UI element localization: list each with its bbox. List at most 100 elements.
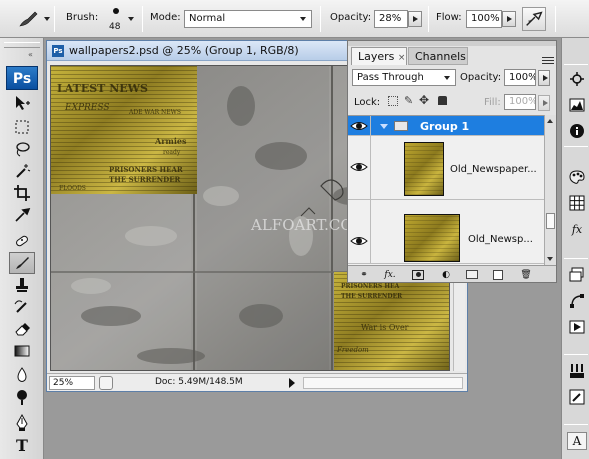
- gradient-tool-icon[interactable]: [9, 340, 35, 362]
- opacity-input[interactable]: 28%: [374, 10, 408, 28]
- visibility-eye-icon[interactable]: [350, 234, 368, 248]
- lock-image-pixels-icon[interactable]: ✎: [404, 94, 413, 107]
- airbrush-toggle-icon[interactable]: [522, 7, 546, 31]
- layer-thumbnail: [404, 214, 460, 262]
- fill-input[interactable]: 100%: [504, 94, 536, 110]
- layers-footer: ⚭ fx. ◐ 🗑: [348, 265, 556, 282]
- panel-header-strip[interactable]: [348, 41, 556, 46]
- flow-value: 100%: [471, 13, 500, 24]
- add-layer-style-icon[interactable]: fx.: [382, 268, 398, 281]
- tab-layers[interactable]: Layers ×: [351, 47, 407, 65]
- mode-select[interactable]: Normal: [184, 10, 312, 28]
- options-bar: Brush: 48 Mode: Normal Opacity: 28% Flow…: [0, 0, 589, 38]
- headline-prisoners: PRISONERS HEAR: [109, 165, 183, 174]
- row-divider: [370, 136, 371, 199]
- tab-close-icon[interactable]: ×: [398, 53, 406, 63]
- layer-opacity-input[interactable]: 100%: [504, 69, 536, 86]
- eyedropper-tool-icon[interactable]: [9, 204, 35, 226]
- brush-preset-dropdown-icon[interactable]: [44, 17, 50, 21]
- add-mask-icon[interactable]: [410, 268, 426, 281]
- visibility-eye-icon[interactable]: [350, 119, 368, 133]
- type-tool-icon[interactable]: T: [9, 434, 35, 456]
- lock-transparency-icon[interactable]: [388, 96, 398, 106]
- color-panel-icon[interactable]: [567, 168, 587, 186]
- lasso-tool-icon[interactable]: [9, 138, 35, 160]
- lock-all-icon[interactable]: [438, 96, 447, 105]
- histogram-panel-icon[interactable]: [567, 96, 587, 114]
- document-size-info: Doc: 5.49M/148.5M: [155, 377, 243, 387]
- tool-presets-panel-icon[interactable]: [567, 388, 587, 406]
- headline-freedom: Freedom: [336, 346, 369, 354]
- scroll-thumb[interactable]: [546, 213, 555, 229]
- layer-opacity-slider-button[interactable]: [538, 70, 550, 86]
- brushes-panel-icon[interactable]: [567, 362, 587, 380]
- actions-panel-icon[interactable]: [567, 318, 587, 336]
- opacity-value: 28%: [379, 13, 402, 24]
- options-divider: [555, 6, 556, 32]
- headline-surrender: THE SURRENDER: [109, 175, 181, 184]
- visibility-eye-icon[interactable]: [350, 160, 368, 174]
- history-brush-tool-icon[interactable]: [9, 296, 35, 318]
- clone-stamp-tool-icon[interactable]: [9, 274, 35, 296]
- headline-prisoners-2: PRISONERS HEA: [341, 283, 400, 290]
- headline-ready: ready: [163, 149, 181, 156]
- crop-tool-icon[interactable]: [9, 182, 35, 204]
- link-layers-icon[interactable]: ⚭: [356, 268, 372, 281]
- tab-channels[interactable]: Channels: [408, 47, 468, 65]
- pen-tool-icon[interactable]: [9, 412, 35, 434]
- group-expand-triangle-icon[interactable]: [380, 124, 388, 129]
- fill-slider-button[interactable]: [538, 95, 550, 111]
- status-menu-arrow-icon[interactable]: [289, 378, 295, 388]
- character-panel-icon[interactable]: A: [567, 432, 587, 450]
- tools-panel: « Ps T: [0, 38, 44, 459]
- layers-panel-icon[interactable]: [567, 266, 587, 284]
- info-panel-icon[interactable]: [567, 122, 587, 140]
- swatches-panel-icon[interactable]: [567, 194, 587, 212]
- adjustment-layer-icon[interactable]: ◐: [438, 268, 454, 281]
- new-group-icon[interactable]: [464, 268, 480, 281]
- zoom-level-field[interactable]: 25%: [49, 376, 95, 390]
- navigator-panel-icon[interactable]: [567, 70, 587, 88]
- new-layer-icon[interactable]: [490, 268, 506, 281]
- layer-row-group[interactable]: Group 1: [348, 116, 544, 136]
- flow-input[interactable]: 100%: [466, 10, 502, 28]
- document-status-bar: 25% Doc: 5.49M/148.5M: [47, 373, 467, 391]
- tab-channels-label: Channels: [415, 50, 466, 63]
- fill-label: Fill:: [484, 97, 501, 108]
- brush-size: 48: [109, 22, 121, 32]
- mode-label: Mode:: [150, 12, 181, 23]
- brush-tip-preview[interactable]: 48: [108, 4, 124, 34]
- brush-preset-icon[interactable]: [16, 9, 40, 29]
- blend-mode-select[interactable]: Pass Through: [352, 69, 456, 86]
- eraser-tool-icon[interactable]: [9, 318, 35, 340]
- scroll-up-arrow-icon[interactable]: [547, 119, 553, 123]
- move-tool-icon[interactable]: [9, 92, 35, 114]
- blur-tool-icon[interactable]: [9, 364, 35, 386]
- layers-panel: Layers × Channels Pass Through Opacity: …: [347, 40, 557, 283]
- status-options-icon[interactable]: [99, 376, 113, 390]
- opacity-slider-button[interactable]: [408, 11, 422, 27]
- marquee-tool-icon[interactable]: [9, 116, 35, 138]
- brush-size-dropdown-icon[interactable]: [128, 17, 134, 21]
- ps-logo[interactable]: Ps: [6, 66, 38, 90]
- panel-menu-icon[interactable]: [542, 55, 554, 65]
- options-divider: [320, 6, 321, 32]
- scroll-down-arrow-icon[interactable]: [547, 257, 553, 261]
- healing-brush-tool-icon[interactable]: [9, 230, 35, 252]
- dodge-tool-icon[interactable]: [9, 386, 35, 408]
- magic-wand-tool-icon[interactable]: [9, 160, 35, 182]
- layer-row[interactable]: Old_Newspaper...: [348, 136, 544, 200]
- layer-opacity-value: 100%: [509, 72, 536, 83]
- layer-row[interactable]: Old_Newsp...: [348, 200, 544, 264]
- styles-panel-icon[interactable]: fx: [567, 220, 587, 238]
- collapse-arrows-icon[interactable]: «: [28, 50, 33, 59]
- brush-tool-icon[interactable]: [9, 252, 35, 274]
- panel-grip[interactable]: [4, 42, 40, 48]
- delete-layer-icon[interactable]: 🗑: [518, 268, 534, 281]
- document-horizontal-scrollbar[interactable]: [303, 377, 463, 389]
- dock-divider: [564, 354, 588, 355]
- lock-position-icon[interactable]: ✥: [419, 93, 429, 107]
- flow-slider-button[interactable]: [502, 11, 516, 27]
- paths-panel-icon[interactable]: [567, 292, 587, 310]
- layer-list-scrollbar[interactable]: [544, 115, 556, 265]
